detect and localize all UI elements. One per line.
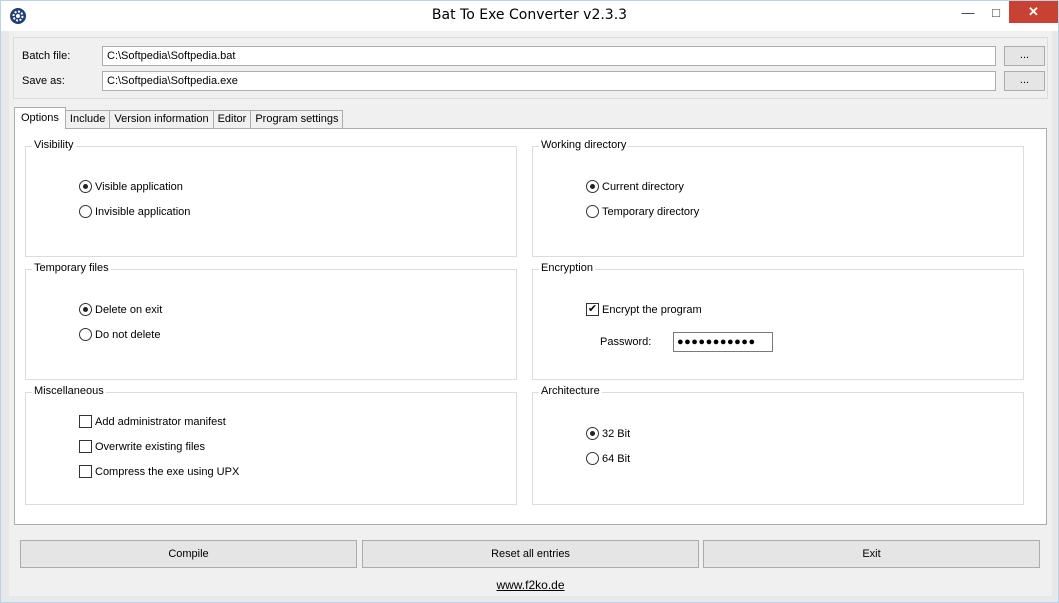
- temporary-files-group-title: Temporary files: [32, 262, 111, 274]
- tab-editor[interactable]: Editor: [212, 110, 252, 129]
- admin-manifest-label: Add administrator manifest: [95, 415, 226, 428]
- batch-file-label: Batch file:: [22, 50, 71, 62]
- tab-include[interactable]: Include: [64, 110, 111, 129]
- batch-browse-button[interactable]: ...: [1004, 46, 1045, 66]
- encrypt-program-checkbox[interactable]: ✔ Encrypt the program: [586, 303, 702, 316]
- tab-version-information[interactable]: Version information: [109, 110, 214, 129]
- radio-unselected-icon: [79, 328, 92, 341]
- radio-selected-icon: [586, 427, 599, 440]
- password-label: Password:: [600, 336, 652, 348]
- delete-on-exit-label: Delete on exit: [95, 303, 163, 316]
- exit-button[interactable]: Exit: [703, 540, 1040, 568]
- working-directory-group: Working directory Current directory Temp…: [532, 139, 1024, 257]
- checkbox-empty-icon: [79, 415, 92, 428]
- batch-file-input[interactable]: C:\Softpedia\Softpedia.bat: [102, 46, 996, 66]
- architecture-group-title: Architecture: [539, 385, 602, 397]
- 64-bit-label: 64 Bit: [602, 452, 631, 465]
- tab-options[interactable]: Options: [14, 107, 66, 129]
- save-as-label: Save as:: [22, 75, 65, 87]
- current-directory-label: Current directory: [602, 180, 684, 193]
- tab-strip: Options Include Version information Edit…: [14, 107, 344, 129]
- website-link[interactable]: www.f2ko.de: [9, 578, 1052, 592]
- delete-on-exit-radio[interactable]: Delete on exit: [79, 303, 162, 316]
- save-browse-button[interactable]: ...: [1004, 71, 1045, 91]
- visible-application-label: Visible application: [95, 180, 183, 193]
- architecture-group: Architecture 32 Bit 64 Bit: [532, 385, 1024, 505]
- 32-bit-label: 32 Bit: [602, 427, 631, 440]
- maximize-button[interactable]: □: [979, 1, 1013, 23]
- radio-selected-icon: [586, 180, 599, 193]
- options-tab-page: Visibility Visible application Invisible…: [14, 128, 1047, 525]
- compress-upx-checkbox[interactable]: Compress the exe using UPX: [79, 465, 239, 478]
- checkbox-empty-icon: [79, 440, 92, 453]
- compile-button[interactable]: Compile: [20, 540, 357, 568]
- visibility-group: Visibility Visible application Invisible…: [25, 139, 517, 257]
- current-directory-radio[interactable]: Current directory: [586, 180, 684, 193]
- encryption-group: Encryption ✔ Encrypt the program Password…: [532, 262, 1024, 380]
- radio-unselected-icon: [79, 205, 92, 218]
- admin-manifest-checkbox[interactable]: Add administrator manifest: [79, 415, 226, 428]
- temporary-files-group: Temporary files Delete on exit Do not de…: [25, 262, 517, 380]
- invisible-application-label: Invisible application: [95, 205, 191, 218]
- encrypt-program-label: Encrypt the program: [602, 303, 702, 316]
- radio-unselected-icon: [586, 452, 599, 465]
- file-panel: Batch file: C:\Softpedia\Softpedia.bat .…: [13, 37, 1048, 99]
- radio-unselected-icon: [586, 205, 599, 218]
- save-as-input[interactable]: C:\Softpedia\Softpedia.exe: [102, 71, 996, 91]
- encryption-group-title: Encryption: [539, 262, 595, 274]
- temporary-directory-radio[interactable]: Temporary directory: [586, 205, 699, 218]
- working-directory-group-title: Working directory: [539, 139, 629, 151]
- 32-bit-radio[interactable]: 32 Bit: [586, 427, 630, 440]
- tab-program-settings[interactable]: Program settings: [250, 110, 344, 129]
- window-title: Bat To Exe Converter v2.3.3: [431, 7, 628, 23]
- 64-bit-radio[interactable]: 64 Bit: [586, 452, 630, 465]
- overwrite-files-label: Overwrite existing files: [95, 440, 206, 453]
- radio-selected-icon: [79, 303, 92, 316]
- do-not-delete-radio[interactable]: Do not delete: [79, 328, 160, 341]
- checkmark-icon: ✔: [586, 303, 599, 316]
- compress-upx-label: Compress the exe using UPX: [95, 465, 240, 478]
- visible-application-radio[interactable]: Visible application: [79, 180, 183, 193]
- temporary-directory-label: Temporary directory: [602, 205, 700, 218]
- client-area: Batch file: C:\Softpedia\Softpedia.bat .…: [9, 31, 1052, 596]
- checkbox-empty-icon: [79, 465, 92, 478]
- miscellaneous-group: Miscellaneous Add administrator manifest…: [25, 385, 517, 505]
- overwrite-files-checkbox[interactable]: Overwrite existing files: [79, 440, 205, 453]
- reset-all-entries-button[interactable]: Reset all entries: [362, 540, 699, 568]
- invisible-application-radio[interactable]: Invisible application: [79, 205, 190, 218]
- password-field[interactable]: ●●●●●●●●●●●: [673, 332, 773, 352]
- app-window: Bat To Exe Converter v2.3.3 — □ ✕ Batch …: [0, 0, 1059, 603]
- visibility-group-title: Visibility: [32, 139, 76, 151]
- close-button[interactable]: ✕: [1009, 1, 1058, 23]
- do-not-delete-label: Do not delete: [95, 328, 161, 341]
- miscellaneous-group-title: Miscellaneous: [32, 385, 106, 397]
- radio-selected-icon: [79, 180, 92, 193]
- title-bar: Bat To Exe Converter v2.3.3 — □ ✕: [1, 1, 1058, 31]
